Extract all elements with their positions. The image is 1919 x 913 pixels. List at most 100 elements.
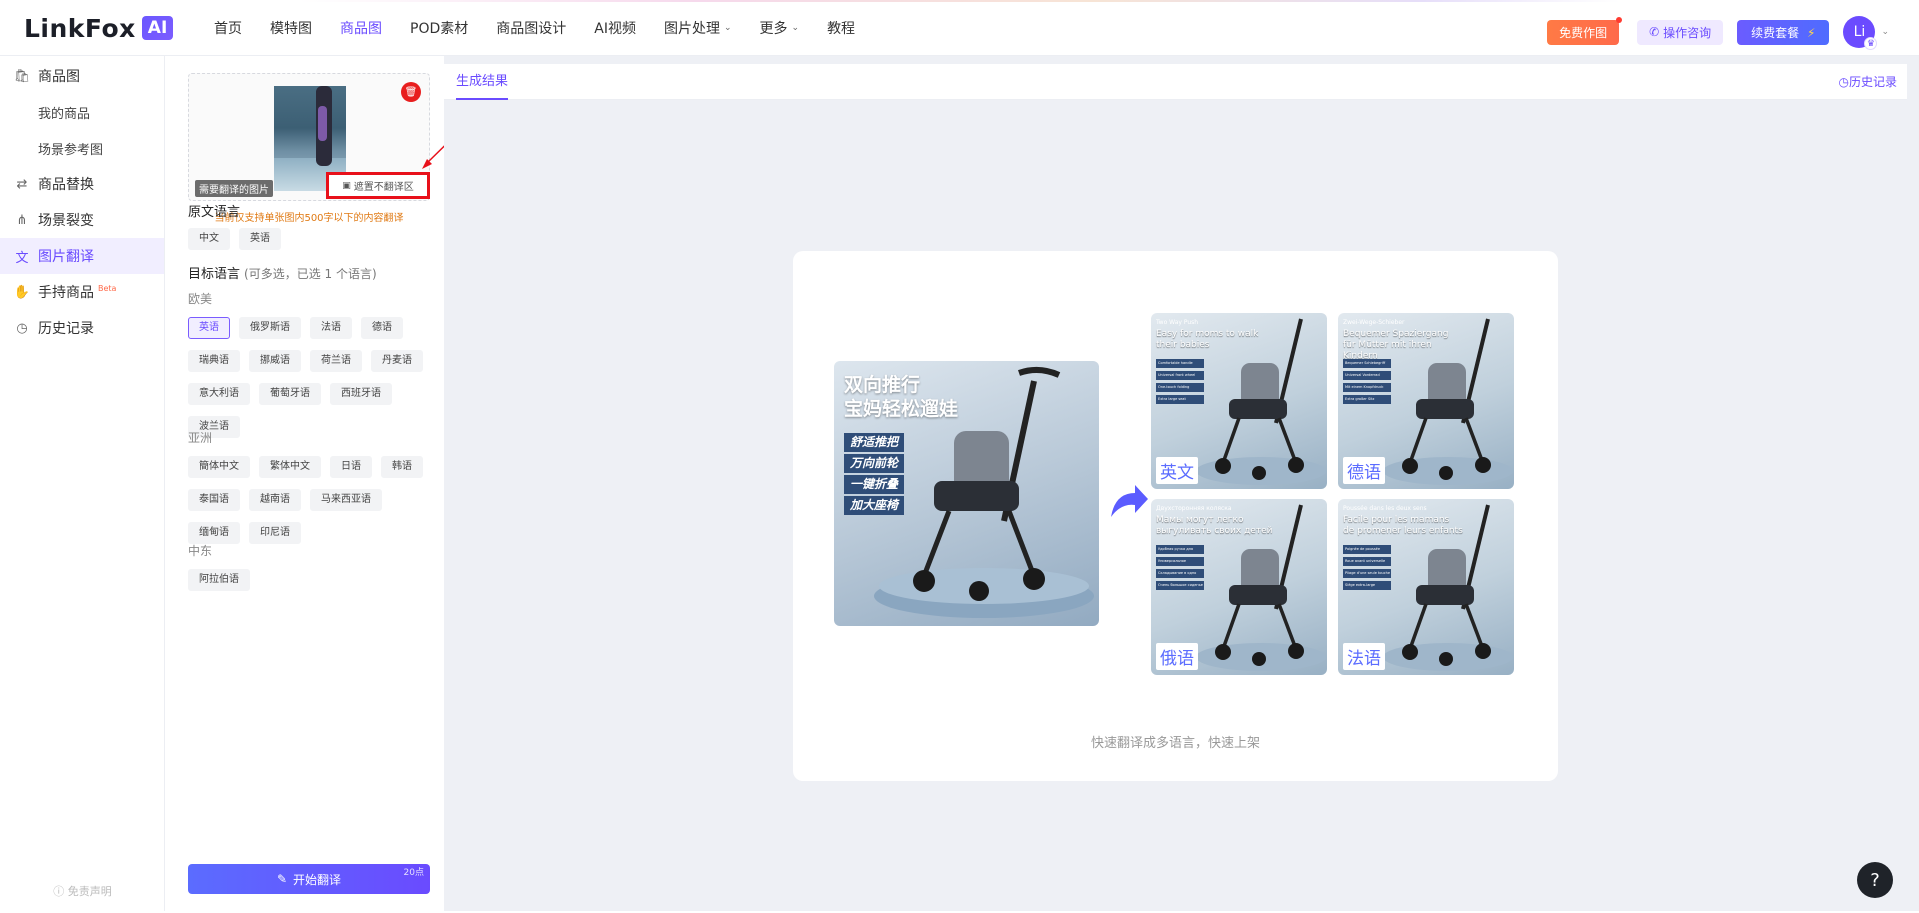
points-cost: 20点 [403,868,424,878]
nav-item[interactable]: 教程 [827,18,855,38]
history-label: 历史记录 [1848,75,1897,89]
feature-pill: 一键折叠 [844,475,905,494]
nav-item[interactable]: AI视频 [594,18,636,38]
target-language-chip[interactable]: 日语 [330,456,372,478]
tile-headline: Bequemer Spaziergang für Mütter mit ihre… [1343,329,1449,361]
nav-item-label: 更多 [759,21,788,37]
language-group-title: 中东 [188,544,213,558]
logo[interactable]: LinkFox AI [24,13,174,43]
target-language-chip[interactable]: 法语 [310,317,352,339]
nav-item[interactable]: 商品图 [340,18,382,38]
tile-feature: Universal Vorderrad [1343,371,1391,380]
free-design-button[interactable]: 免费作图 [1547,16,1623,45]
trash-icon: 🗑 [404,86,418,98]
translated-tile: Two Way Push Easy for moms to walk their … [1151,313,1327,489]
nav-item[interactable]: 图片处理 ⌄ [664,18,732,38]
help-label: ? [1870,869,1880,891]
source-language-chip[interactable]: 中文 [188,228,230,250]
language-group-title: 亚洲 [188,431,213,445]
feature-pill: 舒适推把 [844,433,905,452]
disclaimer-link[interactable]: ⓘ 免责声明 [0,883,165,899]
tile-feature: Складывание в одно касание [1156,569,1204,584]
sidebar-item-label: 场景裂变 [38,213,94,229]
target-language-chip[interactable]: 意大利语 [188,383,250,405]
source-language-chip[interactable]: 英语 [239,228,281,250]
target-language-chip[interactable]: 簡体中文 [188,456,250,478]
lightning-icon: ⚡ [1807,25,1816,40]
sidebar-item[interactable]: ⋔ 场景裂变 [0,202,164,238]
target-language-title: 目标语言 (可多选，已选 1 个语言) [188,263,377,282]
chevron-down-icon[interactable]: ⌄ [1881,27,1889,37]
target-language-chip[interactable]: 西班牙语 [330,383,392,405]
help-button[interactable]: ? [1857,862,1893,898]
sidebar-item[interactable]: 文图片翻译 [0,238,164,274]
target-language-chip[interactable]: 越南语 [249,489,301,511]
sidebar-item[interactable]: ⇄ 商品替换 [0,166,164,202]
tile-feature: Универсальное переднее колесо [1156,557,1204,572]
target-language-chip[interactable]: 瑞典语 [188,350,240,372]
nav-item[interactable]: 模特图 [270,18,312,38]
mask-no-translate-label: 遮置不翻译区 [353,182,414,193]
consult-button[interactable]: ✆ 操作咨询 [1637,19,1724,45]
sidebar-item[interactable]: 场景参考图 [0,130,164,166]
sidebar-item[interactable]: ✋ 手持商品 Beta [0,274,164,310]
nav-item[interactable]: 首页 [214,18,242,38]
target-language-chip[interactable]: 丹麦语 [371,350,423,372]
demo-caption: 快速翻译成多语言，快速上架 [1090,736,1260,751]
translated-tile: Zwei-Wege-Schieber Bequemer Spaziergang f… [1338,313,1514,489]
tile-header: Two Way Push [1156,319,1199,326]
delete-image-button[interactable]: 🗑 [401,82,421,102]
renew-plan-button[interactable]: 续费套餐 ⚡ [1737,19,1830,45]
clock-icon: ◷ [1838,75,1849,89]
target-language-chip[interactable]: 印尼语 [249,522,301,544]
target-language-chip[interactable]: 英语 [188,317,230,339]
source-demo-title: 双向推行 宝妈轻松遛娃 [844,373,958,421]
tile-feature: Poignée de poussée confortable [1343,545,1391,560]
target-language-chip[interactable]: 俄罗斯语 [239,317,301,339]
clock-icon: ◷ [16,320,28,336]
avatar[interactable]: Li ♛ [1843,16,1878,50]
bag-icon: 🛍 [13,68,31,84]
translate-icon: 文 [15,250,29,266]
mask-icon: ▣ [342,180,351,191]
target-language-chip[interactable]: 繁体中文 [259,456,321,478]
target-language-chip[interactable]: 马来西亚语 [310,489,382,511]
source-demo-image: 双向推行 宝妈轻松遛娃 舒适推把 万向前轮 一键折叠 加大座椅 [834,361,1099,626]
nav-item-label: 模特图 [270,21,312,37]
translated-tile: Двухсторонняя коляска Мамы могут легко вы… [1151,499,1327,675]
target-language-chip[interactable]: 挪威语 [249,350,301,372]
target-language-chip[interactable]: 缅甸语 [188,522,240,544]
sidebar-item[interactable]: ◷ 历史记录 [0,310,164,346]
nav-item[interactable]: 更多 ⌄ [760,18,800,38]
history-link[interactable]: ◷历史记录 [1839,64,1898,100]
sidebar-item[interactable]: 我的商品 [0,94,164,130]
start-translate-label: 开始翻译 [293,872,342,887]
target-language-chip[interactable]: 德语 [361,317,403,339]
tile-feature: Extra large seat [1156,395,1204,404]
tile-language-label: 俄语 [1156,643,1198,670]
sidebar-item-label: 我的商品 [38,106,91,122]
need-translate-tag: 需要翻译的图片 [195,180,273,197]
target-language-chip[interactable]: 阿拉伯语 [188,569,250,591]
tile-feature: Bequemer Schiebegriff [1343,359,1391,368]
main-area: 生成结果 ◷历史记录 双向推行 宝妈轻松遛娃 舒适推把 万向前轮 一键折叠 加大… [444,56,1919,911]
consult-label: 操作咨询 [1663,25,1712,40]
mask-no-translate-button[interactable]: ▣ 遮置不翻译区 [326,172,430,199]
demo-card: 双向推行 宝妈轻松遛娃 舒适推把 万向前轮 一键折叠 加大座椅 Two Way Pus… [793,251,1558,781]
nav-item[interactable]: POD素材 [410,18,468,38]
sidebar-item[interactable]: 🛍 商品图 [0,58,164,94]
tile-feature: Siège extra-large [1343,581,1391,590]
target-language-chip[interactable]: 韩语 [381,456,423,478]
language-group-title: 欧美 [188,292,213,306]
tab-results[interactable]: 生成结果 [456,64,509,100]
sidebar-item-label: 商品替换 [38,177,94,193]
target-language-chip[interactable]: 葡萄牙语 [259,383,321,405]
start-translate-button[interactable]: ✎ 开始翻译 20点 [188,864,430,894]
nav-item[interactable]: 商品图设计 [496,18,566,38]
target-language-hint: (可多选，已选 1 个语言) [244,267,377,281]
tile-header: Двухсторонняя коляска [1156,505,1232,512]
tile-headline: Мамы могут легко выгуливать своих детей [1156,515,1273,536]
info-icon: ⓘ [53,885,68,898]
target-language-chip[interactable]: 荷兰语 [310,350,362,372]
target-language-chip[interactable]: 泰国语 [188,489,240,511]
